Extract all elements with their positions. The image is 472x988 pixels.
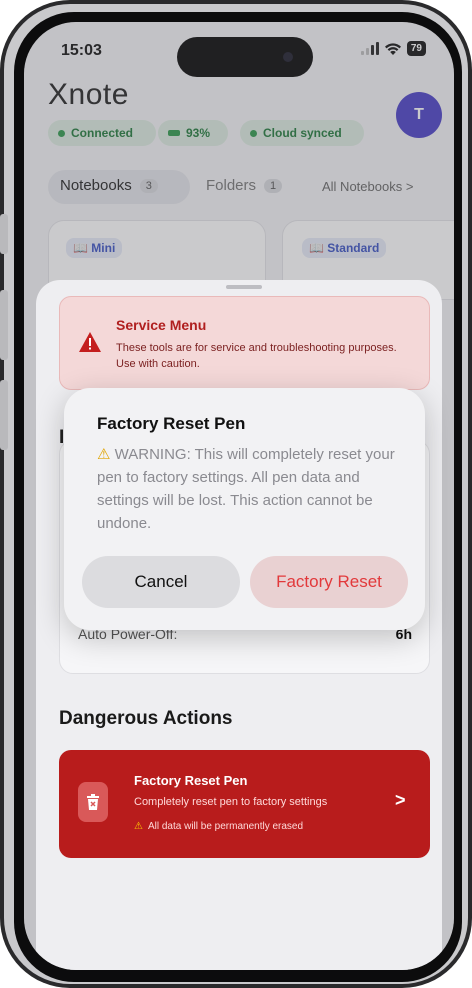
warning-triangle-icon	[79, 332, 101, 352]
volume-up-button	[0, 290, 8, 360]
volume-down-button	[0, 380, 8, 450]
factory-reset-action-warning: ⚠ All data will be permanently erased	[134, 821, 304, 832]
service-menu-title: Service Menu	[116, 317, 207, 333]
factory-reset-action-title: Factory Reset Pen	[134, 773, 248, 788]
service-menu-text: These tools are for service and troubles…	[116, 342, 397, 370]
warning-icon: ⚠	[97, 446, 111, 463]
factory-reset-action-subtitle: Completely reset pen to factory settings	[134, 796, 328, 808]
silent-switch	[0, 214, 8, 254]
sheet-drag-handle[interactable]	[226, 285, 262, 289]
dangerous-actions-title: Dangerous Actions	[59, 708, 233, 729]
trash-icon	[78, 782, 108, 822]
screen: 15:03 79 Xnote T Connected 93% Cloud syn…	[24, 22, 454, 970]
alert-message: ⚠ WARNING: This will completely reset yo…	[97, 443, 397, 535]
chevron-right-icon: >	[395, 790, 406, 810]
factory-reset-button[interactable]: Factory Reset	[250, 556, 408, 608]
alert-title: Factory Reset Pen	[97, 414, 246, 433]
alert-message-text: WARNING: This will completely reset your…	[97, 446, 395, 532]
warning-icon: ⚠	[134, 821, 143, 832]
cancel-button[interactable]: Cancel	[82, 556, 240, 608]
